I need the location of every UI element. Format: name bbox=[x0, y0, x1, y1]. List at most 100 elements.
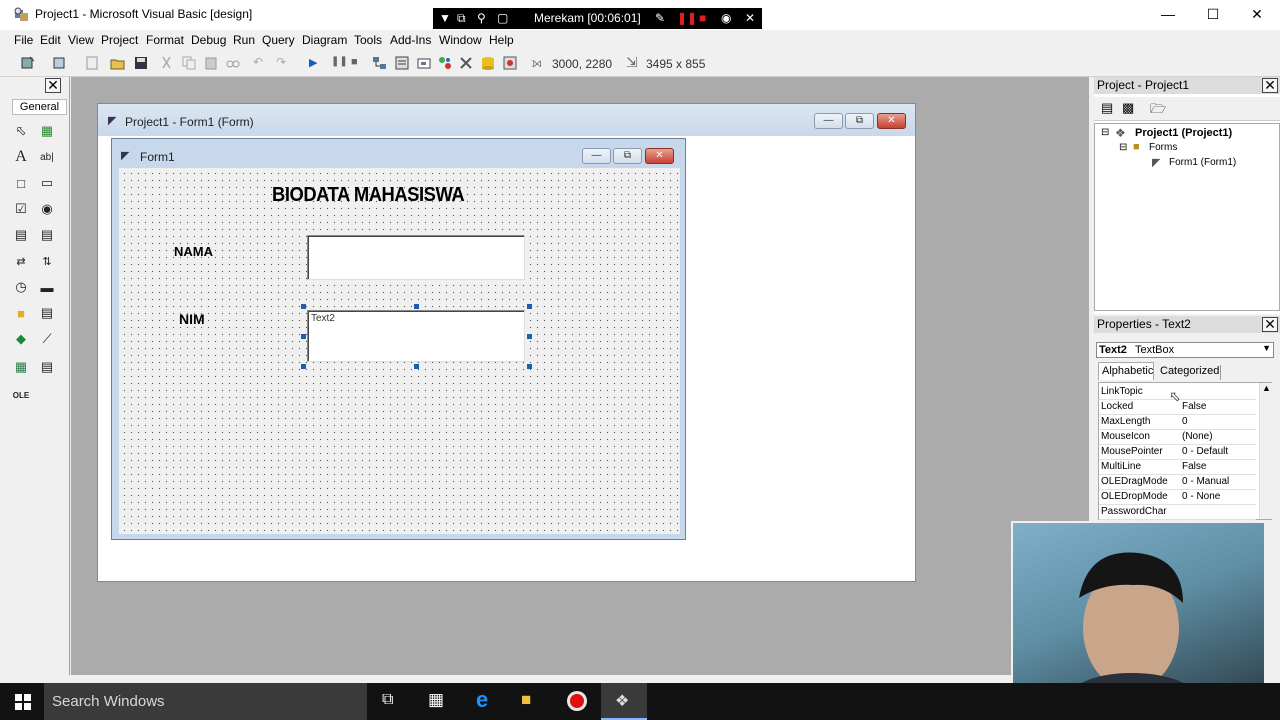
label-tool-icon[interactable]: A bbox=[11, 147, 31, 167]
ole-tool-icon[interactable]: OLE bbox=[11, 385, 31, 405]
resize-handle[interactable] bbox=[301, 304, 306, 309]
region-icon[interactable]: ▢ bbox=[497, 11, 508, 25]
property-row[interactable]: OLEDragMode 0 - Manual bbox=[1099, 475, 1256, 490]
text1-textbox[interactable] bbox=[307, 235, 525, 280]
listbox-tool-icon[interactable]: ▤ bbox=[37, 225, 57, 245]
open-icon[interactable] bbox=[110, 55, 126, 71]
data-view-icon[interactable] bbox=[480, 55, 496, 71]
resize-handle[interactable] bbox=[414, 364, 419, 369]
project-explorer-close-icon[interactable]: ✕ bbox=[1262, 78, 1278, 93]
optionbutton-tool-icon[interactable]: ◉ bbox=[37, 199, 57, 219]
property-row[interactable]: PasswordChar bbox=[1099, 505, 1256, 520]
save-icon[interactable] bbox=[133, 55, 149, 71]
minimize-button[interactable]: — bbox=[1145, 0, 1191, 30]
property-row[interactable]: MousePointer 0 - Default bbox=[1099, 445, 1256, 460]
break-icon[interactable]: ❚❚ bbox=[331, 56, 348, 67]
zoom-icon[interactable]: ⚲ bbox=[477, 11, 486, 25]
resize-handle[interactable] bbox=[527, 364, 532, 369]
toggle-folders-icon[interactable]: 🗁 bbox=[1150, 100, 1166, 122]
menu-editor-icon[interactable] bbox=[84, 55, 100, 71]
chevron-down-icon[interactable]: ▼ bbox=[1262, 343, 1271, 353]
stop-icon[interactable]: ■ bbox=[699, 11, 706, 25]
menu-project[interactable]: Project bbox=[101, 33, 138, 47]
designer-restore-button[interactable]: ⧉ bbox=[845, 113, 874, 129]
edge-icon[interactable]: e bbox=[476, 687, 488, 713]
menu-diagram[interactable]: Diagram bbox=[302, 33, 347, 47]
cut-icon[interactable] bbox=[159, 55, 175, 71]
designer-close-button[interactable]: ✕ bbox=[877, 113, 906, 129]
form-layout-icon[interactable] bbox=[416, 55, 432, 71]
end-icon[interactable]: ■ bbox=[351, 56, 358, 68]
shape-tool-icon[interactable]: ◆ bbox=[11, 329, 31, 349]
maximize-button[interactable]: ☐ bbox=[1190, 0, 1236, 30]
add-form-icon[interactable] bbox=[52, 55, 68, 71]
project-explorer-icon[interactable] bbox=[372, 55, 388, 71]
form1-minimize-button[interactable]: — bbox=[582, 148, 611, 164]
menu-debug[interactable]: Debug bbox=[191, 33, 226, 47]
scroll-up-icon[interactable]: ▲ bbox=[1262, 383, 1271, 393]
combobox-tool-icon[interactable]: ▤ bbox=[11, 225, 31, 245]
property-row[interactable]: MaxLength 0 bbox=[1099, 415, 1256, 430]
form1-close-button[interactable]: ✕ bbox=[645, 148, 674, 164]
dirlistbox-tool-icon[interactable]: ■ bbox=[11, 303, 31, 323]
form1-restore-button[interactable]: ⧉ bbox=[613, 148, 642, 164]
properties-close-icon[interactable]: ✕ bbox=[1262, 317, 1278, 332]
line-tool-icon[interactable]: ⟋ bbox=[37, 329, 57, 349]
resize-handle[interactable] bbox=[527, 334, 532, 339]
window-icon[interactable]: ⧉ bbox=[457, 11, 466, 26]
toolbox-close-icon[interactable]: ✕ bbox=[45, 78, 61, 93]
menu-help[interactable]: Help bbox=[489, 33, 514, 47]
add-project-icon[interactable] bbox=[20, 55, 36, 71]
menu-format[interactable]: Format bbox=[146, 33, 184, 47]
nama-label[interactable]: NAMA bbox=[174, 244, 213, 259]
tree-form1[interactable]: Form1 (Form1) bbox=[1169, 157, 1236, 168]
pointer-tool-icon[interactable]: ⬁ bbox=[11, 121, 31, 141]
resize-handle[interactable] bbox=[527, 304, 532, 309]
designer-title-bar[interactable]: ◤ Project1 - Form1 (Form) — ⧉ ✕ bbox=[98, 104, 915, 136]
paste-icon[interactable] bbox=[203, 55, 219, 71]
heading-label[interactable]: BIODATA MAHASISWA bbox=[272, 184, 465, 207]
copy-icon[interactable] bbox=[181, 55, 197, 71]
dropdown-icon[interactable]: ▼ bbox=[439, 11, 451, 25]
object-browser-icon[interactable] bbox=[437, 55, 453, 71]
view-code-icon[interactable]: ▤ bbox=[1101, 100, 1113, 116]
image-tool-icon[interactable]: ▦ bbox=[11, 357, 31, 377]
start-icon[interactable]: ▶ bbox=[309, 56, 317, 69]
property-row[interactable]: OLEDropMode 0 - None bbox=[1099, 490, 1256, 505]
pause-icon[interactable]: ❚❚ bbox=[677, 11, 697, 25]
toolbox-tab-general[interactable]: General bbox=[12, 99, 67, 115]
windows-start-icon[interactable] bbox=[15, 694, 31, 710]
property-scrollbar[interactable]: ▲ bbox=[1259, 383, 1272, 519]
task-view-icon[interactable]: ⧉ bbox=[382, 691, 393, 709]
taskbar-search-box[interactable]: Search Windows bbox=[44, 683, 367, 720]
recorder-close-icon[interactable]: ✕ bbox=[745, 11, 755, 25]
checkbox-tool-icon[interactable]: ☑ bbox=[11, 199, 31, 219]
menu-file[interactable]: File bbox=[14, 33, 33, 47]
file-explorer-icon[interactable]: ■ bbox=[521, 690, 531, 710]
menu-query[interactable]: Query bbox=[262, 33, 295, 47]
form1-design-surface[interactable]: BIODATA MAHASISWA NAMA NIM Text2 bbox=[119, 168, 680, 534]
collapse-icon[interactable]: ⊟ bbox=[1101, 127, 1109, 138]
hscrollbar-tool-icon[interactable]: ⇄ bbox=[11, 251, 31, 271]
commandbutton-tool-icon[interactable]: ▭ bbox=[37, 173, 57, 193]
menu-view[interactable]: View bbox=[68, 33, 94, 47]
picturebox-tool-icon[interactable]: ▦ bbox=[37, 121, 57, 141]
resize-handle[interactable] bbox=[301, 334, 306, 339]
menu-tools[interactable]: Tools bbox=[354, 33, 382, 47]
tab-alphabetic[interactable]: Alphabetic bbox=[1098, 362, 1154, 380]
view-object-icon[interactable]: ▩ bbox=[1122, 100, 1134, 116]
designer-minimize-button[interactable]: — bbox=[814, 113, 843, 129]
menu-run[interactable]: Run bbox=[233, 33, 255, 47]
filelistbox-tool-icon[interactable]: ▤ bbox=[37, 303, 57, 323]
tree-forms-folder[interactable]: Forms bbox=[1149, 142, 1177, 153]
menu-window[interactable]: Window bbox=[439, 33, 482, 47]
undo-icon[interactable]: ↶ bbox=[253, 55, 263, 69]
pen-icon[interactable]: ✎ bbox=[655, 11, 665, 25]
drivelistbox-tool-icon[interactable]: ▬ bbox=[37, 277, 57, 297]
menu-edit[interactable]: Edit bbox=[40, 33, 61, 47]
vscrollbar-tool-icon[interactable]: ⇅ bbox=[37, 251, 57, 271]
data-tool-icon[interactable]: ▤ bbox=[37, 357, 57, 377]
component-manager-icon[interactable] bbox=[502, 55, 518, 71]
tree-project-root[interactable]: Project1 (Project1) bbox=[1135, 127, 1232, 139]
find-icon[interactable] bbox=[225, 55, 241, 71]
